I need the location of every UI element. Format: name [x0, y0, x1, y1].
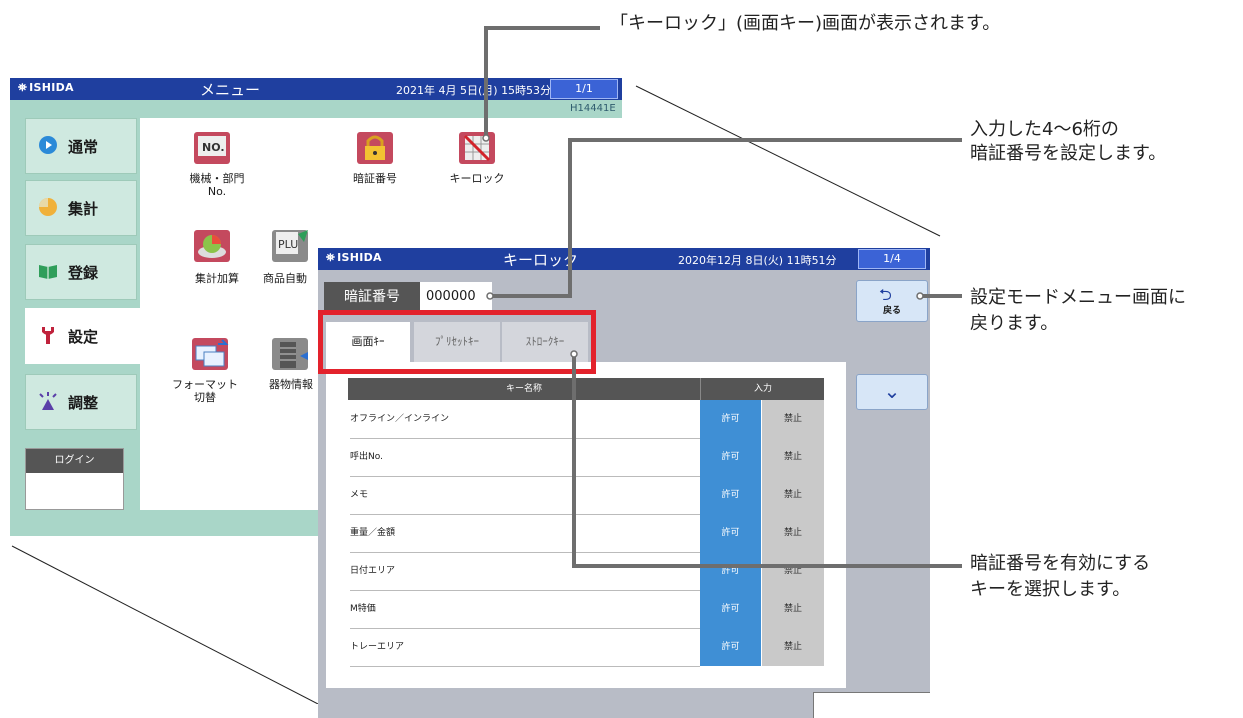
callout-pin-line1: 入力した4〜6桁の [970, 119, 1119, 140]
callout-keys-line2: キーを選択します。 [970, 579, 1131, 600]
callout-back-line2: 戻ります。 [970, 313, 1059, 334]
callout-back-line1: 設定モードメニュー画面に [970, 287, 1186, 308]
callout-pin-line2: 暗証番号を設定します。 [970, 143, 1167, 164]
callout-top: 「キーロック」(画面キー)画面が表示されます。 [610, 13, 1001, 34]
callout-keys-line1: 暗証番号を有効にする [970, 553, 1151, 574]
